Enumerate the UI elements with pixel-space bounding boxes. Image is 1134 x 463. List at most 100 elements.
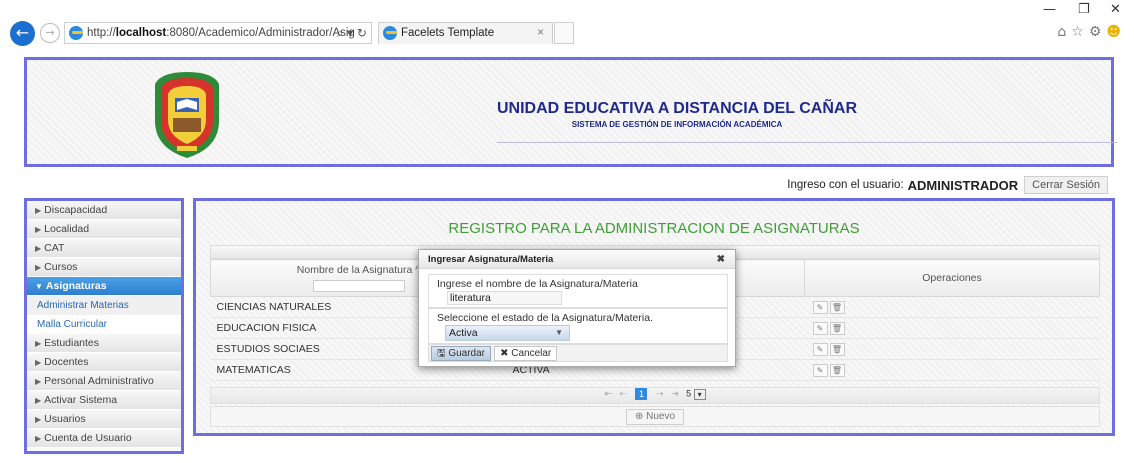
back-arrow-icon[interactable]: ← — [10, 21, 35, 46]
sidebar-item-cuenta-de-usuario[interactable]: ▶ Cuenta de Usuario — [27, 429, 181, 448]
sidebar-item-cat[interactable]: ▶ CAT — [27, 239, 181, 258]
page-title: REGISTRO PARA LA ADMINISTRACION DE ASIGN… — [448, 220, 860, 237]
dialog-title: Ingresar Asignatura/Materia — [428, 254, 554, 265]
cancel-button-label: Cancelar — [511, 348, 552, 359]
sidebar-item-label: Discapacidad — [44, 204, 108, 216]
user-name: ADMINISTRADOR — [907, 177, 1019, 193]
system-subtitle: SISTEMA DE GESTIÓN DE INFORMACIÓN ACADÉM… — [571, 120, 783, 129]
first-page-icon[interactable]: ⇤ — [604, 388, 612, 398]
sidebar-subitem-administrar-materias[interactable]: Administrar Materias — [27, 296, 181, 315]
chevron-right-icon: ▶ — [35, 244, 42, 253]
cell-operations: ✎ 🗑 — [804, 296, 1100, 318]
close-window-icon[interactable]: ✕ — [1110, 2, 1121, 17]
chevron-right-icon: ▶ — [35, 377, 42, 386]
edit-icon[interactable]: ✎ — [812, 363, 828, 377]
sidebar-item-label: Activar Sistema — [44, 394, 118, 406]
save-button-label: Guardar — [448, 348, 485, 359]
restore-icon[interactable]: ❐ — [1078, 2, 1090, 17]
sidebar-subitem-malla-curricular[interactable]: Malla Curricular — [27, 315, 181, 334]
logout-button[interactable]: Cerrar Sesión — [1024, 176, 1108, 194]
tab-favicon-icon — [383, 26, 397, 40]
dialog-footer: 🖫 Guardar ✖ Cancelar — [428, 344, 728, 362]
prev-page-icon[interactable]: ⇠ — [619, 388, 627, 398]
chevron-right-icon: ▶ — [35, 263, 42, 272]
sidebar-item-cursos[interactable]: ▶ Cursos — [27, 258, 181, 277]
name-field-label: Ingrese el nombre de la Asignatura/Mater… — [437, 278, 638, 290]
column-header-operations: Operaciones — [804, 259, 1100, 297]
page-header: UNIDAD EDUCATIVA A DISTANCIA DEL CAÑAR S… — [24, 57, 1117, 167]
rows-per-page-value[interactable]: 5 — [686, 388, 691, 398]
sidebar-item-personal-administrativo[interactable]: ▶ Personal Administrativo — [27, 372, 181, 391]
search-refresh-icons[interactable]: ⌕ ▾ ↻ — [337, 23, 367, 43]
sidebar-item-localidad[interactable]: ▶ Localidad — [27, 220, 181, 239]
sidebar-item-discapacidad[interactable]: ▶ Discapacidad — [27, 201, 181, 220]
chevron-right-icon: ▶ — [35, 225, 42, 234]
edit-icon[interactable]: ✎ — [812, 342, 828, 356]
dialog-close-icon[interactable]: ✖ — [717, 250, 725, 269]
sidebar-item-label: Docentes — [44, 356, 89, 368]
cell-operations: ✎ 🗑 — [804, 359, 1100, 381]
new-icon: ⊕ — [634, 411, 647, 422]
column-filter-input[interactable] — [312, 280, 405, 292]
rows-per-page-dropdown-icon[interactable]: ▾ — [693, 388, 706, 400]
smiley-icon[interactable]: ☻ — [1106, 24, 1126, 40]
sidebar-item-label: Cursos — [44, 261, 78, 273]
user-prefix: Ingreso con el usuario: — [787, 179, 904, 191]
sidebar-item-activar-sistema[interactable]: ▶ Activar Sistema — [27, 391, 181, 410]
url-host: localhost — [115, 27, 167, 39]
save-icon: 🖫 — [437, 348, 449, 359]
sidebar-item-label: Personal Administrativo — [44, 375, 154, 387]
subject-name-input[interactable]: literatura — [447, 291, 562, 305]
url-rest: :8080/Academico/Administrador/Asig — [166, 27, 355, 39]
browser-chrome: ← → http://localhost:8080/Academico/Admi… — [0, 0, 1134, 46]
chevron-down-icon: ▼ — [555, 328, 563, 337]
delete-icon[interactable]: 🗑 — [829, 300, 845, 314]
status-select[interactable]: Activa ▼ — [445, 325, 570, 341]
cancel-button[interactable]: ✖ Cancelar — [494, 346, 558, 361]
new-tab-button[interactable] — [554, 22, 574, 44]
sidebar-item-usuarios[interactable]: ▶ Usuarios — [27, 410, 181, 429]
sidebar-item-estudiantes[interactable]: ▶ Estudiantes — [27, 334, 181, 353]
address-bar[interactable]: http://localhost:8080/Academico/Administ… — [64, 22, 372, 44]
sidebar-item-docentes[interactable]: ▶ Docentes — [27, 353, 181, 372]
cancel-icon: ✖ — [500, 348, 512, 359]
status-field-group: Seleccione el estado de la Asignatura/Ma… — [428, 308, 728, 344]
chevron-right-icon: ▶ — [35, 415, 42, 424]
save-button[interactable]: 🖫 Guardar — [431, 346, 491, 361]
next-page-icon[interactable]: ⇢ — [656, 388, 664, 398]
forward-arrow-icon[interactable]: → — [40, 23, 60, 43]
delete-icon[interactable]: 🗑 — [829, 321, 845, 335]
paginator: ⇤ ⇠ 1 ⇢ ⇥ 5 ▾ — [210, 387, 1100, 404]
sidebar-item-label: Localidad — [44, 223, 90, 235]
name-field-group: Ingrese el nombre de la Asignatura/Mater… — [428, 274, 728, 308]
cell-operations: ✎ 🗑 — [804, 338, 1100, 360]
chevron-down-icon: ▼ — [35, 282, 43, 291]
minimize-icon[interactable]: — — [1043, 2, 1056, 17]
url-prefix: http:// — [87, 27, 116, 39]
sidebar-menu: ▶ Discapacidad ▶ Localidad ▶ CAT ▶ Cursos ▼ A… — [24, 198, 184, 454]
chevron-right-icon: ▶ — [35, 339, 42, 348]
browser-tab[interactable]: Facelets Template × — [378, 22, 553, 44]
edit-icon[interactable]: ✎ — [812, 321, 828, 335]
sidebar-item-label: Cuenta de Usuario — [44, 432, 132, 444]
sidebar-item-label: Asignaturas — [45, 280, 107, 292]
sidebar-item-asignaturas[interactable]: ▼ Asignaturas — [27, 277, 181, 296]
page-number-current[interactable]: 1 — [635, 388, 648, 400]
sidebar-item-label: Estudiantes — [44, 337, 100, 349]
chevron-right-icon: ▶ — [35, 434, 42, 443]
edit-icon[interactable]: ✎ — [812, 300, 828, 314]
header-divider — [497, 142, 1117, 143]
institution-title: UNIDAD EDUCATIVA A DISTANCIA DEL CAÑAR — [497, 100, 857, 117]
last-page-icon[interactable]: ⇥ — [671, 388, 679, 398]
table-footer: ⊕ Nuevo — [210, 406, 1100, 427]
toolbar-icons[interactable]: ⌂☆⚙☻ — [1057, 24, 1126, 40]
delete-icon[interactable]: 🗑 — [829, 363, 845, 377]
dialog-header: Ingresar Asignatura/Materia ✖ — [419, 250, 735, 269]
new-subject-button[interactable]: ⊕ Nuevo — [625, 409, 685, 425]
status-select-value: Activa — [449, 327, 478, 339]
delete-icon[interactable]: 🗑 — [829, 342, 845, 356]
add-subject-dialog: Ingresar Asignatura/Materia ✖ Ingrese el… — [418, 249, 736, 367]
user-info: Ingreso con el usuario: ADMINISTRADOR Ce… — [787, 176, 1108, 194]
tab-close-icon[interactable]: × — [537, 23, 544, 43]
chevron-right-icon: ▶ — [35, 396, 42, 405]
